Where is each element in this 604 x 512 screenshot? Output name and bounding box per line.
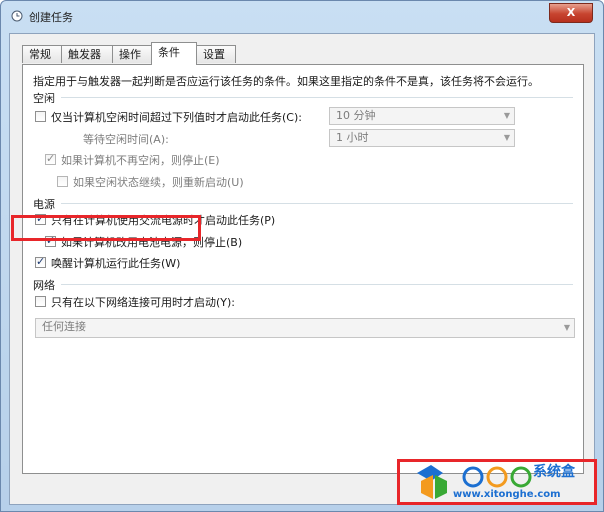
conditions-description: 指定用于与触发器一起判断是否应运行该任务的条件。如果这里指定的条件不是真，该任务… [33,75,539,88]
network-group-header: 网络 [33,279,55,292]
chevron-down-icon: ▼ [503,111,510,120]
task-dialog-window: 创建任务 X 常规 触发器 操作 条件 设置 指定用于与触发器一起判断是否应运行… [0,0,604,512]
title-bar[interactable]: 创建任务 X [1,1,603,31]
chevron-down-icon: ▼ [563,323,570,332]
network-connection-value: 任何连接 [42,320,86,333]
idle-duration-select[interactable]: 10 分钟 ▼ [329,107,515,125]
network-available-label: 只有在以下网络连接可用时才启动(Y): [51,296,236,309]
tab-settings[interactable]: 设置 [196,45,236,63]
wake-to-run-label: 唤醒计算机运行此任务(W) [51,257,181,270]
stop-if-not-idle-checkbox[interactable] [45,152,56,165]
stop-if-not-idle-label: 如果计算机不再空闲，则停止(E) [61,154,220,167]
close-button[interactable]: X [549,3,593,23]
wait-idle-label: 等待空闲时间(A): [83,133,169,146]
dialog-client-area: 常规 触发器 操作 条件 设置 指定用于与触发器一起判断是否应运行该任务的条件。… [9,33,595,505]
chevron-down-icon: ▼ [503,133,510,142]
wake-option-annotation [11,215,201,241]
wait-idle-select[interactable]: 1 小时 ▼ [329,129,515,147]
conditions-panel: 指定用于与触发器一起判断是否应运行该任务的条件。如果这里指定的条件不是真，该任务… [22,64,584,474]
restart-if-idle-label: 如果空闲状态继续，则重新启动(U) [73,176,244,189]
clock-icon [11,10,23,22]
tab-general[interactable]: 常规 [22,45,62,63]
power-group-divider [61,203,573,204]
start-if-idle-checkbox[interactable] [35,111,46,122]
idle-group-header: 空闲 [33,92,55,105]
network-available-checkbox[interactable] [35,296,46,307]
idle-group-divider [61,97,573,98]
tab-triggers[interactable]: 触发器 [61,45,113,63]
wait-idle-value: 1 小时 [336,131,369,144]
idle-duration-value: 10 分钟 [336,109,376,122]
wake-to-run-checkbox[interactable] [35,255,46,268]
tab-conditions[interactable]: 条件 [151,42,197,65]
window-title: 创建任务 [29,11,73,24]
start-if-idle-label: 仅当计算机空闲时间超过下列值时才启动此任务(C): [51,111,302,124]
power-group-header: 电源 [33,198,55,211]
footer-annotation [397,459,597,505]
restart-if-idle-checkbox[interactable] [57,176,68,187]
tab-actions[interactable]: 操作 [112,45,152,63]
network-connection-select[interactable]: 任何连接 ▼ [35,318,575,338]
network-group-divider [61,284,573,285]
